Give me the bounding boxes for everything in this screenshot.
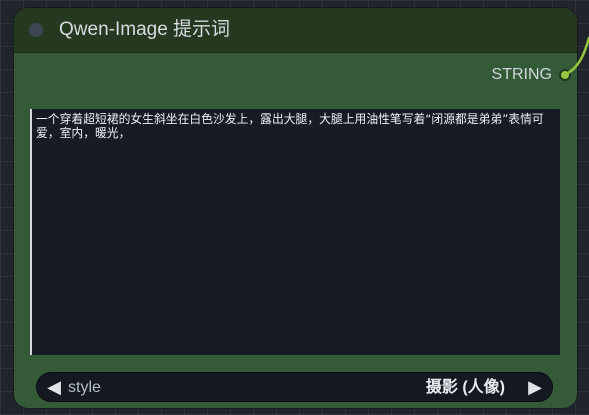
prompt-text: 一个穿着超短裙的女生斜坐在白色沙发上，露出大腿，大腿上用油性笔写着“闭源都是弟弟… [36, 112, 544, 140]
collapse-dot-icon[interactable] [29, 23, 43, 37]
left-arrow-icon[interactable]: ◀ [45, 378, 63, 396]
style-label: style [68, 379, 101, 396]
right-arrow-icon[interactable]: ▶ [526, 378, 544, 396]
prompt-textarea[interactable]: 一个穿着超短裙的女生斜坐在白色沙发上，露出大腿，大腿上用油性笔写着“闭源都是弟弟… [30, 109, 560, 355]
node-title: Qwen-Image 提示词 [59, 19, 231, 40]
style-value: 摄影 (人像) [425, 379, 505, 396]
prompt-node[interactable]: Qwen-Image 提示词 STRING 一个穿着超短裙的女生斜坐在白色沙发上… [14, 8, 577, 408]
node-header[interactable]: Qwen-Image 提示词 [14, 8, 577, 53]
output-slot-icon[interactable] [559, 69, 571, 81]
style-combo[interactable]: ◀ style 摄影 (人像) ▶ [36, 372, 553, 402]
output-label: STRING [491, 66, 552, 83]
output-string-row: STRING [492, 63, 571, 87]
